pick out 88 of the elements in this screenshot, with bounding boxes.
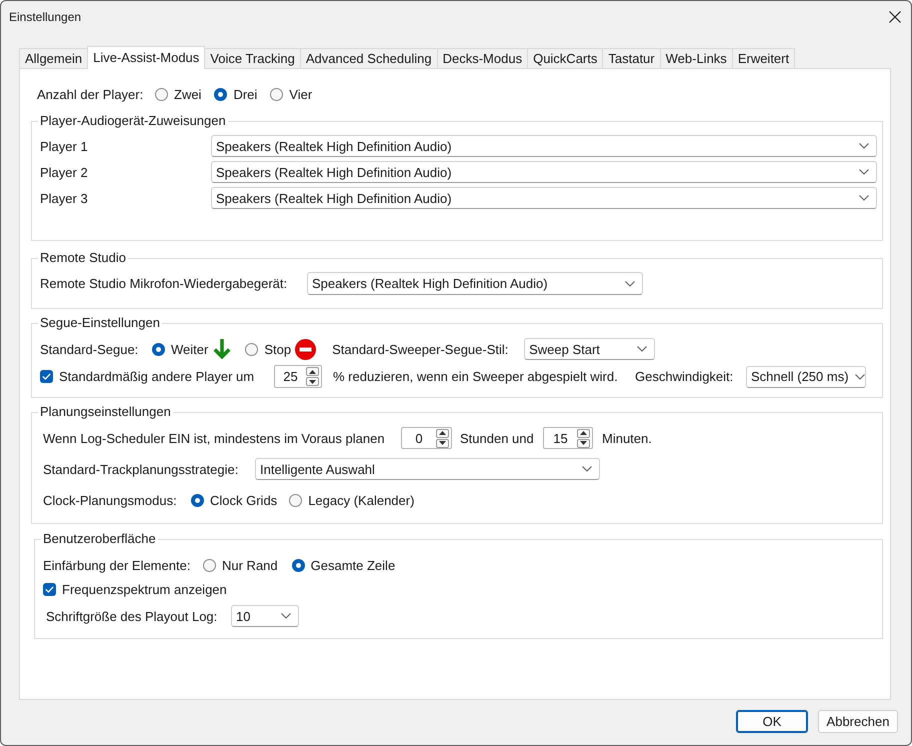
spin-up-button[interactable] [436, 428, 449, 438]
spin-down-button[interactable] [436, 438, 449, 448]
radio-button[interactable] [214, 88, 228, 100]
chevron-down-icon [582, 466, 592, 472]
field-label: Standard-Trackplanungsstrategie: [43, 462, 240, 476]
checkmark-icon [42, 373, 51, 380]
radio-button[interactable] [245, 342, 258, 356]
field-label: Wenn Log-Scheduler EIN ist, mindestens im Voraus planen [43, 430, 386, 446]
tab[interactable]: Erweitert [732, 48, 796, 68]
triangle-down-icon [309, 380, 316, 384]
chevron-down-icon [625, 280, 635, 286]
tab[interactable]: Live-Assist-Modus [87, 46, 206, 69]
radio-label[interactable]: Nur Rand [222, 558, 278, 572]
radio-label[interactable]: Legacy (Kalender) [308, 492, 414, 508]
group-title: Segue-Einstellungen [39, 315, 161, 331]
field-label: Player 2 [40, 164, 89, 180]
field-label: Remote Studio Mikrofon-Wiedergabegerät: [40, 276, 288, 291]
field-label: Anzahl der Player: [37, 86, 144, 102]
field-label: Schriftgröße des Playout Log: [46, 608, 218, 624]
radio-button[interactable] [270, 88, 284, 100]
dropdown[interactable]: Speakers (Realtek High Definition Audio) [211, 187, 877, 209]
field-label: Einfärbung der Elemente: [43, 558, 192, 572]
window-title: Einstellungen [9, 10, 82, 24]
field-label: Frequenzspektrum anzeigen [62, 582, 227, 596]
radio-label[interactable]: Drei [233, 86, 258, 102]
radio-label[interactable]: Zwei [174, 86, 202, 102]
number-field[interactable]: 0 [401, 427, 452, 449]
radio-button[interactable] [152, 342, 165, 356]
spin-down-button[interactable] [577, 438, 590, 448]
number-field[interactable]: 25 [274, 365, 322, 388]
spin-up-button[interactable] [306, 367, 319, 376]
field-label: Player 1 [40, 138, 89, 154]
number-field[interactable]: 15 [543, 427, 593, 449]
chevron-down-icon [637, 346, 648, 352]
dropdown[interactable]: 10 [231, 605, 299, 627]
triangle-up-icon [580, 431, 587, 435]
checkbox[interactable] [40, 370, 53, 383]
triangle-up-icon [439, 431, 446, 435]
dropdown[interactable]: Speakers (Realtek High Definition Audio) [211, 135, 877, 157]
radio-button[interactable] [203, 558, 216, 572]
field-label: Standard-Segue: [40, 342, 140, 356]
checkmark-icon [45, 586, 54, 592]
tab[interactable]: Advanced Scheduling [300, 48, 438, 68]
group-title: Planungseinstellungen [39, 404, 172, 420]
triangle-down-icon [580, 441, 587, 445]
checkbox[interactable] [43, 582, 56, 596]
dropdown[interactable]: Speakers (Realtek High Definition Audio) [211, 161, 877, 183]
radio-button[interactable] [289, 494, 302, 506]
chevron-down-icon [859, 143, 869, 149]
triangle-down-icon [439, 441, 446, 445]
tab[interactable]: Voice Tracking [204, 48, 301, 68]
triangle-up-icon [309, 370, 316, 374]
chevron-down-icon [859, 169, 869, 175]
group-title: Player-Audiogerät-Zuweisungen [39, 113, 227, 129]
chevron-down-icon [281, 613, 291, 619]
no-entry-icon [295, 338, 316, 360]
field-label: Standardmäßig andere Player um [59, 369, 256, 384]
spin-down-button[interactable] [306, 377, 319, 386]
cancel-button[interactable]: Abbrechen [818, 710, 898, 733]
field-label: % reduzieren, wenn ein Sweeper abgespielt wird. [333, 369, 619, 384]
group-title: Remote Studio [39, 250, 127, 266]
field-label: Geschwindigkeit: [635, 369, 734, 384]
chevron-down-icon [859, 195, 869, 201]
radio-button[interactable] [292, 558, 305, 572]
field-label: Player 3 [40, 190, 89, 206]
radio-label[interactable]: Clock Grids [210, 492, 278, 508]
dropdown[interactable]: Schnell (250 ms) [746, 366, 866, 388]
radio-label[interactable]: Stop [264, 342, 292, 356]
dropdown[interactable]: Intelligente Auswahl [255, 458, 600, 480]
field-label: Stunden und [460, 430, 535, 446]
radio-label[interactable]: Weiter [171, 342, 208, 356]
radio-label[interactable]: Gesamte Zeile [310, 558, 396, 572]
chevron-down-icon [854, 374, 865, 380]
close-icon[interactable] [889, 10, 901, 22]
radio-button[interactable] [155, 88, 168, 100]
field-label: Standard-Sweeper-Segue-Stil: [332, 342, 510, 356]
field-label: Clock-Planungsmodus: [43, 492, 178, 508]
arrow-down-icon [213, 339, 232, 359]
dropdown[interactable]: Speakers (Realtek High Definition Audio) [307, 272, 643, 295]
tab[interactable]: QuickCarts [527, 48, 604, 68]
radio-button[interactable] [191, 494, 204, 506]
dropdown[interactable]: Sweep Start [524, 338, 656, 360]
spin-up-button[interactable] [577, 428, 590, 438]
radio-label[interactable]: Vier [289, 86, 312, 102]
tab[interactable]: Allgemein [19, 48, 88, 68]
ok-button[interactable]: OK [736, 710, 808, 733]
group-title: Benutzeroberfläche [42, 531, 157, 547]
field-label: Minuten. [602, 430, 652, 446]
